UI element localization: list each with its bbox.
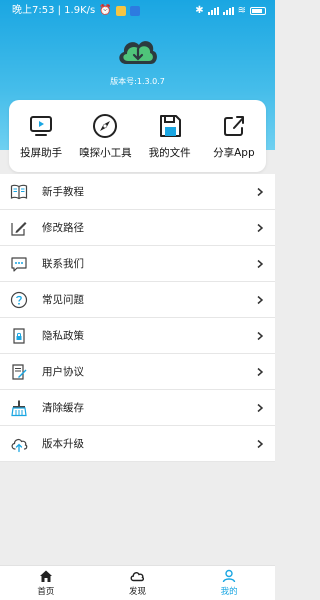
chevron-right-icon xyxy=(257,331,264,340)
chevron-right-icon xyxy=(257,439,264,448)
menu-item-version-upgrade[interactable]: 版本升级 xyxy=(0,426,275,462)
quick-actions-card: 投屏助手 嗅探小工具 我的文件 分享App xyxy=(9,100,266,172)
signal-icon-2 xyxy=(222,7,234,15)
chevron-right-icon xyxy=(257,187,264,196)
chevron-right-icon xyxy=(257,223,264,232)
edit-icon xyxy=(11,221,27,236)
notification-icon xyxy=(115,6,126,16)
menu-item-contact-us[interactable]: 联系我们 xyxy=(0,246,275,282)
quick-action-label: 分享App xyxy=(213,147,255,159)
home-icon xyxy=(39,570,52,582)
chevron-right-icon xyxy=(257,367,264,376)
battery-icon xyxy=(250,7,266,15)
menu-item-label: 清除缓存 xyxy=(42,402,84,414)
tab-label: 发现 xyxy=(128,587,146,597)
tab-label: 我的 xyxy=(220,587,238,597)
app-logo-icon xyxy=(119,41,157,64)
chevron-right-icon xyxy=(257,259,264,268)
agreement-icon xyxy=(12,363,27,380)
menu-item-change-path[interactable]: 修改路径 xyxy=(0,210,275,246)
menu-item-clear-cache[interactable]: 清除缓存 xyxy=(0,390,275,426)
settings-menu: 新手教程 修改路径 联系我们 常见问题 隐私政策 用户协议 清除缓存 版本升级 xyxy=(0,174,275,462)
menu-item-faq[interactable]: 常见问题 xyxy=(0,282,275,318)
quick-action-share-app[interactable]: 分享App xyxy=(204,112,264,160)
tab-mine[interactable]: 我的 xyxy=(199,569,259,597)
broom-icon xyxy=(11,400,27,416)
menu-item-label: 常见问题 xyxy=(42,294,84,306)
quick-action-label: 我的文件 xyxy=(148,147,191,159)
chevron-right-icon xyxy=(257,295,264,304)
menu-item-privacy-policy[interactable]: 隐私政策 xyxy=(0,318,275,354)
compass-icon xyxy=(93,114,118,138)
app-notification-icon xyxy=(129,6,140,16)
privacy-icon xyxy=(13,327,25,344)
tab-home[interactable]: 首页 xyxy=(16,569,76,597)
menu-item-label: 新手教程 xyxy=(42,186,84,198)
chevron-right-icon xyxy=(257,403,264,412)
alarm-icon: ⏰ xyxy=(99,5,112,16)
bluetooth-icon: ✱ xyxy=(195,5,204,16)
wifi-icon: ≋ xyxy=(237,5,246,16)
menu-item-label: 用户协议 xyxy=(42,366,84,378)
save-file-icon xyxy=(159,115,181,137)
quick-action-my-files[interactable]: 我的文件 xyxy=(140,112,200,160)
share-icon xyxy=(223,116,244,136)
chat-icon xyxy=(11,256,27,272)
signal-icon xyxy=(207,7,219,15)
cloud-icon xyxy=(131,572,145,582)
menu-item-label: 版本升级 xyxy=(42,438,84,450)
user-icon xyxy=(222,569,236,583)
quick-action-sniffer[interactable]: 嗅探小工具 xyxy=(75,112,135,160)
menu-item-label: 修改路径 xyxy=(42,222,84,234)
question-icon xyxy=(10,291,28,308)
status-time: 晚上7:53 | 1.9K/s xyxy=(12,5,96,16)
tab-label: 首页 xyxy=(37,587,55,597)
cloud-upload-icon xyxy=(11,438,28,452)
tab-discover[interactable]: 发现 xyxy=(107,569,167,597)
book-icon xyxy=(10,184,28,199)
status-bar: 晚上7:53 | 1.9K/s ⏰ ✱ ≋ xyxy=(0,0,275,22)
quick-action-screen-cast[interactable]: 投屏助手 xyxy=(11,112,71,160)
menu-item-tutorial[interactable]: 新手教程 xyxy=(0,174,275,210)
menu-item-user-agreement[interactable]: 用户协议 xyxy=(0,354,275,390)
app-version: 版本号:1.3.0.7 xyxy=(110,77,165,86)
bottom-tab-bar: 首页 发现 我的 xyxy=(0,565,275,600)
menu-item-label: 联系我们 xyxy=(42,258,84,270)
quick-action-label: 嗅探小工具 xyxy=(79,147,132,159)
menu-item-label: 隐私政策 xyxy=(42,330,84,342)
screen-cast-icon xyxy=(30,116,53,136)
quick-action-label: 投屏助手 xyxy=(20,147,63,159)
